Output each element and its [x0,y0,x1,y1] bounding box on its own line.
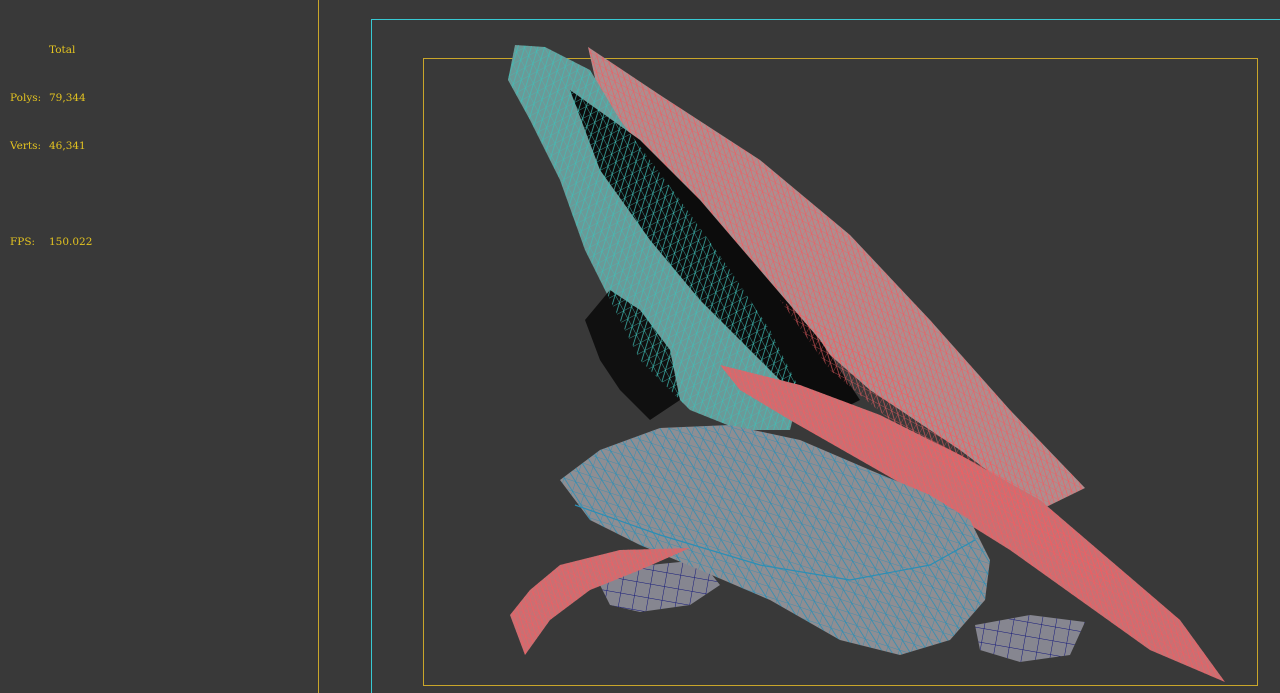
3d-viewport[interactable]: Total Polys: 79,344 Verts: 46,341 FPS: 150.… [0,0,1280,693]
wireframe-model[interactable] [0,0,1280,693]
